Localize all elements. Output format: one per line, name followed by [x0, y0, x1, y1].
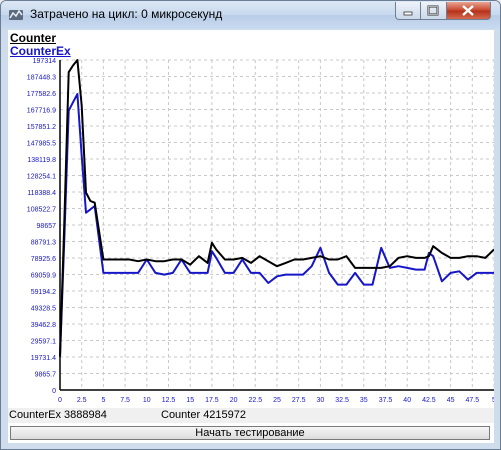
counterex-total: CounterEx 3888984 [9, 409, 107, 421]
x-tick-label: 2.5 [77, 397, 87, 404]
x-tick-label: 25 [273, 397, 281, 404]
x-tick-label: 7.5 [120, 397, 130, 404]
legend-counter[interactable]: Counter [10, 31, 56, 45]
x-tick-label: 12.5 [162, 397, 176, 404]
y-tick-label: 9865.7 [35, 372, 57, 379]
window-title: Затрачено на цикл: 0 микросекунд [30, 7, 223, 21]
maximize-icon [427, 5, 439, 16]
client-area: Counter CounterEx 0 9865.7 19731.4 29597.1 3… [8, 30, 494, 443]
status-bar: CounterEx 3888984 Counter 4215972 [8, 408, 494, 423]
y-tick-label: 29597.1 [31, 339, 56, 346]
y-tick-label: 187448.3 [27, 75, 56, 82]
x-tick-label: 40 [403, 397, 411, 404]
y-tick-label: 0 [52, 388, 56, 395]
y-tick-label: 59194.2 [31, 289, 56, 296]
y-tick-label: 69059.9 [31, 273, 56, 280]
chart-app-icon [9, 9, 23, 20]
minimize-button[interactable] [395, 2, 421, 20]
y-tick-label: 49328.5 [31, 306, 56, 313]
maximize-button[interactable] [421, 2, 447, 20]
counter-total: Counter 4215972 [161, 409, 247, 421]
legend-counterex[interactable]: CounterEx [10, 44, 71, 58]
x-tick-label: 27.5 [292, 397, 306, 404]
y-tick-label: 138119.8 [27, 157, 56, 164]
start-testing-button[interactable]: Начать тестирование [10, 426, 490, 440]
y-tick-label: 88791.3 [31, 240, 56, 247]
y-tick-label: 128254.1 [27, 174, 56, 181]
y-tick-label: 197314 [33, 58, 56, 65]
y-tick-label: 19731.4 [31, 355, 56, 362]
x-tick-label: 47.5 [465, 397, 479, 404]
x-tick-label: 35 [360, 397, 368, 404]
app-window: Затрачено на цикл: 0 микросекунд Counter… [0, 0, 501, 450]
x-tick-label: 0 [58, 397, 62, 404]
x-tick-label: 22.5 [248, 397, 262, 404]
y-tick-label: 118388.4 [27, 190, 56, 197]
x-tick-label: 5 [101, 397, 105, 404]
y-tick-label: 177582.6 [27, 91, 56, 98]
close-button[interactable] [447, 2, 491, 20]
x-tick-label: 17.5 [205, 397, 219, 404]
y-tick-label: 78925.6 [31, 256, 56, 263]
line-chart: 0 9865.7 19731.4 29597.1 39462.8 49328.5 59194… [27, 58, 494, 404]
x-tick-label: 32.5 [335, 397, 349, 404]
x-tick-label: 10 [143, 397, 151, 404]
x-tick-label: 30 [317, 397, 325, 404]
y-tick-label: 39462.8 [31, 322, 56, 329]
x-tick-label: 20 [230, 397, 238, 404]
y-tick-label: 157851.2 [27, 124, 56, 131]
y-tick-label: 147985.5 [27, 141, 56, 148]
y-tick-label: 98657 [37, 223, 57, 230]
x-tick-label: 42.5 [422, 397, 436, 404]
x-tick-label: 15 [186, 397, 194, 404]
close-icon [462, 5, 474, 16]
x-tick-label: 45 [447, 397, 455, 404]
x-tick-label: 5 [492, 397, 494, 404]
x-tick-label: 37.5 [379, 397, 393, 404]
y-tick-label: 167716.9 [27, 108, 56, 115]
minimize-icon [403, 11, 413, 16]
title-bar[interactable]: Затрачено на цикл: 0 микросекунд [1, 1, 500, 29]
y-tick-label: 108522.7 [27, 207, 56, 214]
